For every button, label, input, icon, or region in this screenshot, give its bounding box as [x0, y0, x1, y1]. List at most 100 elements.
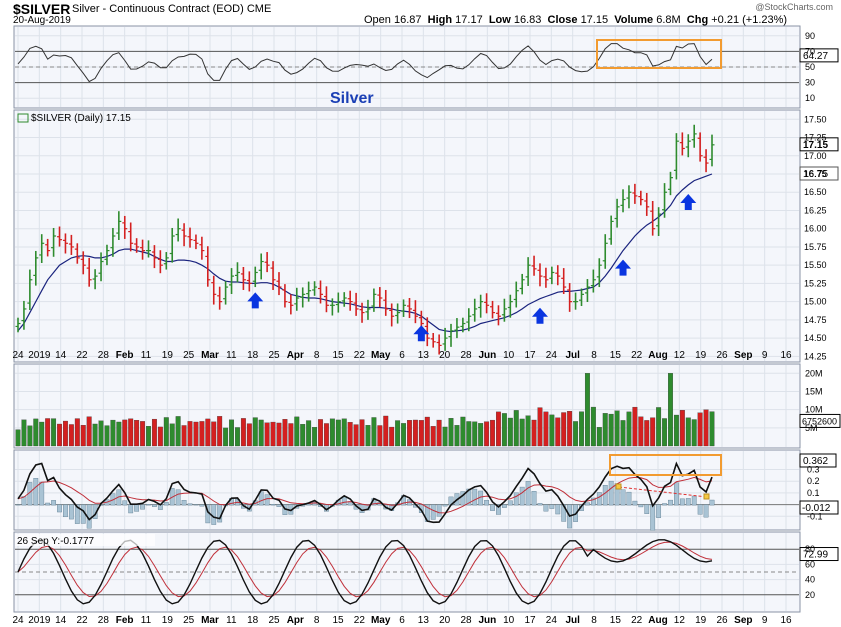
- volume-bar: [460, 416, 466, 447]
- volume-bar: [217, 416, 223, 447]
- price-y-tick: 16.75: [804, 169, 827, 179]
- macd-histogram-bar: [68, 504, 74, 520]
- rsi-y-tick: 30: [805, 78, 815, 88]
- x-tick-label-bottom: 11: [226, 615, 237, 626]
- volume-bar: [240, 418, 246, 447]
- volume-bar: [496, 411, 501, 447]
- volume-bar: [662, 418, 667, 447]
- volume-bar: [104, 425, 110, 447]
- x-tick-label: 10: [503, 350, 515, 361]
- x-tick-label: 28: [98, 350, 110, 361]
- volume-bar: [300, 424, 306, 447]
- macd-histogram-bar: [490, 504, 495, 511]
- volume-bar: [490, 419, 495, 447]
- price-y-tick: 15.00: [804, 297, 827, 307]
- stochastic-legend: 26 Sep Y:-0.1777: [17, 536, 95, 547]
- volume-bar: [709, 411, 715, 447]
- volume-bar: [252, 417, 258, 447]
- volume-bar: [389, 426, 395, 447]
- sto-y-tick: 20: [805, 590, 815, 600]
- x-tick-label: 11: [226, 350, 237, 361]
- macd-histogram-bar: [430, 504, 436, 520]
- macd-histogram-bar: [668, 499, 673, 506]
- volume-bar: [519, 418, 525, 447]
- macd-histogram-bar: [472, 488, 478, 506]
- volume-bar: [146, 426, 151, 447]
- volume-bar: [140, 421, 146, 447]
- price-y-tick: 15.75: [804, 242, 827, 252]
- macd-histogram-bar: [39, 481, 45, 506]
- price-y-tick: 16.50: [804, 187, 827, 197]
- macd-histogram-bar: [662, 503, 667, 506]
- volume-bar: [229, 419, 234, 447]
- x-tick-label-bottom: 15: [610, 615, 622, 626]
- macd-histogram-bar: [341, 496, 347, 506]
- macd-histogram-bar: [679, 498, 685, 506]
- volume-bar: [412, 419, 418, 447]
- volume-bar: [448, 418, 454, 447]
- x-tick-label: Feb: [116, 350, 134, 361]
- price-y-tick: 17.00: [804, 151, 827, 161]
- volume-bar: [697, 412, 703, 447]
- price-y-tick: 15.50: [804, 260, 827, 270]
- rsi-y-tick: 10: [805, 93, 815, 103]
- macd-y-tick: 0.2: [807, 476, 820, 486]
- macd-histogram-bar: [501, 504, 507, 508]
- macd-histogram-bar: [531, 491, 537, 506]
- panel-macd-frame: [13, 449, 801, 531]
- x-tick-label: Sep: [734, 350, 752, 361]
- volume-bar: [442, 426, 448, 447]
- macd-histogram-bar: [596, 492, 602, 506]
- volume-bar: [157, 426, 163, 447]
- x-tick-label-bottom: 22: [354, 615, 366, 626]
- macd-y-tick: -0.1: [807, 511, 823, 521]
- macd-histogram-bar: [122, 500, 128, 506]
- macd-histogram-bar: [436, 504, 442, 517]
- x-tick-label: 20: [439, 350, 451, 361]
- x-tick-label: 24: [546, 350, 558, 361]
- volume-bar: [359, 419, 365, 447]
- volume-bar: [211, 421, 217, 447]
- sto-y-tick: 80: [805, 544, 815, 554]
- volume-bar: [235, 427, 240, 447]
- volume-bar: [110, 419, 116, 447]
- x-tick-label: 28: [460, 350, 472, 361]
- volume-bar: [484, 421, 490, 447]
- x-tick-label: 12: [674, 350, 686, 361]
- macd-histogram-bar: [63, 504, 68, 518]
- macd-histogram-bar: [484, 500, 489, 506]
- rsi-y-tick: 50: [805, 62, 815, 72]
- volume-bar: [632, 406, 638, 447]
- volume-bar: [122, 419, 128, 447]
- x-tick-label-bottom: 28: [460, 615, 472, 626]
- price-legend: $SILVER (Daily) 17.15: [31, 113, 131, 124]
- macd-y-tick: 0.3: [807, 465, 820, 475]
- x-tick-label: 25: [268, 350, 280, 361]
- macd-histogram-bar: [187, 503, 193, 506]
- chart-canvas[interactable]: 64.27 17.1516.75$SILVER (Daily) 17.15 67…: [0, 0, 841, 627]
- x-tick-label: 22: [354, 350, 366, 361]
- x-tick-label-bottom: 8: [314, 615, 320, 626]
- macd-histogram-bar: [513, 492, 519, 506]
- volume-bar: [347, 422, 353, 447]
- volume-bar: [383, 415, 389, 447]
- price-y-tick: 16.25: [804, 205, 827, 215]
- volume-bar: [86, 416, 92, 447]
- macd-histogram-bar: [543, 504, 549, 512]
- volume-bar: [650, 417, 656, 447]
- x-tick-label-bottom: 22: [76, 615, 88, 626]
- x-tick-label-bottom: Aug: [648, 615, 667, 626]
- x-tick-label-bottom: 2019: [28, 615, 51, 626]
- price-y-tick: 14.50: [804, 333, 827, 343]
- x-tick-label-bottom: 25: [183, 615, 195, 626]
- x-tick-label: 26: [716, 350, 728, 361]
- vol-y-tick: 15M: [805, 386, 823, 396]
- volume-bar: [590, 406, 596, 447]
- volume-bar: [531, 419, 537, 447]
- macd-histogram-bar: [193, 504, 199, 506]
- volume-bar: [74, 418, 80, 447]
- sto-y-tick: 60: [805, 559, 815, 569]
- volume-bar: [638, 416, 644, 447]
- macd-histogram-bar: [537, 503, 543, 506]
- volume-bar: [175, 416, 181, 447]
